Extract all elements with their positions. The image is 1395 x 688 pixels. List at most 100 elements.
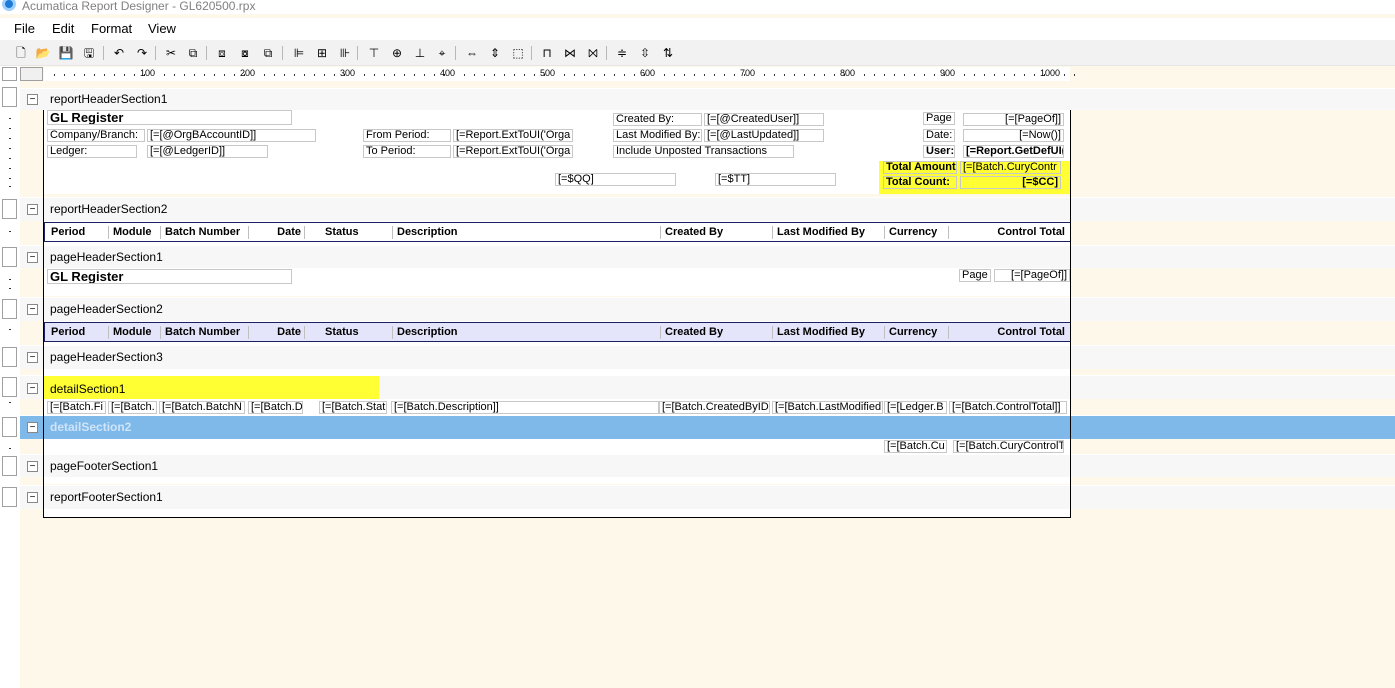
page-field[interactable]: [=[PageOf]] — [963, 113, 1064, 126]
send-back-icon[interactable]: ⧇ — [236, 44, 254, 62]
same-size-icon[interactable]: ⬚ — [509, 44, 527, 62]
include-unposted-label[interactable]: Include Unposted Transactions — [613, 145, 794, 158]
redo-icon[interactable]: ↷ — [133, 44, 151, 62]
user-field[interactable]: [=Report.GetDefUI( — [963, 145, 1064, 158]
collapse-icon[interactable]: − — [27, 492, 38, 503]
column-header-description[interactable]: Description — [393, 226, 661, 239]
align-middle-icon[interactable]: ⊕ — [388, 44, 406, 62]
column-header-currency[interactable]: Currency — [885, 226, 949, 239]
section-body-reportfootersection1[interactable] — [43, 509, 1071, 517]
detail-field-control-total[interactable]: [=[Batch.ControlTotal]] — [949, 401, 1067, 414]
open-icon[interactable]: 📂 — [34, 44, 52, 62]
section-selector-box[interactable] — [2, 199, 17, 219]
detail-field-created-by[interactable]: [=[Batch.CreatedByID — [659, 401, 770, 414]
collapse-icon[interactable]: − — [27, 252, 38, 263]
section-selector-box[interactable] — [2, 417, 17, 437]
page-header-page-label[interactable]: Page — [959, 269, 991, 282]
date-field[interactable]: [=Now()] — [963, 129, 1064, 142]
company-branch-field[interactable]: [=[@OrgBAccountID]] — [147, 129, 316, 142]
collapse-icon[interactable]: − — [27, 352, 38, 363]
v-spacing-equal-icon[interactable]: ≑ — [613, 44, 631, 62]
same-width-icon[interactable]: ⇔ — [463, 44, 481, 62]
section-selector-box[interactable] — [2, 247, 17, 267]
h-spacing-increase-icon[interactable]: ⋈ — [561, 44, 579, 62]
page-column-header-module[interactable]: Module — [109, 326, 161, 339]
collapse-icon[interactable]: − — [27, 94, 38, 105]
column-header-created-by[interactable]: Created By — [661, 226, 773, 239]
section-band-pageheadersection3[interactable]: − pageHeaderSection3 — [20, 345, 1395, 369]
detail-field-period[interactable]: [=[Batch.Fi — [47, 401, 106, 414]
page-title-field[interactable]: GL Register — [47, 269, 292, 284]
section-band-reportheadersection2[interactable]: − reportHeaderSection2 — [20, 197, 1395, 221]
date-label[interactable]: Date: — [923, 129, 955, 142]
section-selector-box[interactable] — [2, 87, 17, 107]
section-band-detailsection2[interactable]: − detailSection2 — [20, 415, 1395, 439]
section-band-detailsection1[interactable]: − detailSection1 — [20, 375, 1395, 400]
design-canvas[interactable]: − reportHeaderSection1 GL Register Compa… — [20, 82, 1395, 688]
copy-icon[interactable]: ⧉ — [184, 44, 202, 62]
created-by-field[interactable]: [=[@CreatedUser]] — [704, 113, 824, 126]
created-by-label[interactable]: Created By: — [613, 113, 702, 126]
company-branch-label[interactable]: Company/Branch: — [47, 129, 145, 142]
section-selector-box[interactable] — [2, 456, 17, 476]
section-body-pageheadersection1[interactable]: GL Register Page [=[PageOf]] — [43, 268, 1071, 296]
section-selector-box[interactable] — [2, 487, 17, 507]
from-period-field[interactable]: [=Report.ExtToUI('Orga — [453, 129, 573, 142]
page-label[interactable]: Page — [923, 112, 955, 125]
new-report-icon[interactable]: 🗋 — [12, 44, 30, 62]
to-period-label[interactable]: To Period: — [363, 145, 451, 158]
undo-icon[interactable]: ↶ — [110, 44, 128, 62]
page-column-header-description[interactable]: Description — [393, 326, 661, 339]
total-count-field[interactable]: [=$CC] — [960, 176, 1061, 189]
user-label[interactable]: User: — [923, 145, 955, 158]
page-header-page-field[interactable]: [=[PageOf]] — [994, 269, 1070, 282]
detail-field-last-modified[interactable]: [=[Batch.LastModified — [772, 401, 883, 414]
detail2-field-currency[interactable]: [=[Batch.Cu — [884, 440, 947, 453]
save-as-icon[interactable]: 🖫 — [80, 44, 98, 62]
column-header-last-modified-by[interactable]: Last Modified By — [773, 226, 885, 239]
column-header-module[interactable]: Module — [109, 226, 161, 239]
detail-field-currency[interactable]: [=[Ledger.B — [884, 401, 947, 414]
collapse-icon[interactable]: − — [27, 204, 38, 215]
menu-format[interactable]: Format — [91, 21, 132, 36]
section-band-reportfootersection1[interactable]: − reportFooterSection1 — [20, 485, 1395, 509]
column-header-date[interactable]: Date — [249, 226, 305, 239]
page-column-header-last-modified-by[interactable]: Last Modified By — [773, 326, 885, 339]
section-body-detailsection2[interactable]: [=[Batch.Cu [=[Batch.CuryControlT — [43, 439, 1071, 454]
cut-icon[interactable]: ✂ — [162, 44, 180, 62]
menu-edit[interactable]: Edit — [52, 21, 74, 36]
v-spacing-decrease-icon[interactable]: ⇅ — [659, 44, 677, 62]
detail-field-module[interactable]: [=[Batch. — [108, 401, 157, 414]
column-header-row[interactable]: Period Module Batch Number Date Status D… — [44, 222, 1071, 242]
page-column-header-row[interactable]: Period Module Batch Number Date Status D… — [44, 322, 1071, 342]
v-spacing-increase-icon[interactable]: ⇳ — [636, 44, 654, 62]
column-header-period[interactable]: Period — [47, 226, 109, 239]
tt-field[interactable]: [=$TT] — [715, 173, 836, 186]
bring-front-icon[interactable]: ⧈ — [213, 44, 231, 62]
qq-field[interactable]: [=$QQ] — [555, 173, 676, 186]
align-center-icon[interactable]: ⊞ — [313, 44, 331, 62]
h-spacing-equal-icon[interactable]: ⊓ — [538, 44, 556, 62]
section-body-reportheadersection1[interactable]: GL Register Company/Branch: [=[@OrgBAcco… — [43, 110, 1071, 194]
section-selector-box[interactable] — [2, 377, 17, 397]
section-band-reportheadersection1[interactable]: − reportHeaderSection1 — [20, 88, 1395, 110]
detail-field-date[interactable]: [=[Batch.D — [248, 401, 303, 414]
center-icon[interactable]: ⌖ — [433, 44, 451, 62]
ledger-label[interactable]: Ledger: — [47, 145, 137, 158]
section-band-pageheadersection1[interactable]: − pageHeaderSection1 — [20, 245, 1395, 268]
page-column-header-created-by[interactable]: Created By — [661, 326, 773, 339]
section-selector-box[interactable] — [2, 67, 17, 81]
align-bottom-icon[interactable]: ⊥ — [411, 44, 429, 62]
total-amount-label[interactable]: Total Amount: — [883, 161, 957, 174]
section-body-detailsection1[interactable]: [=[Batch.Fi [=[Batch. [=[Batch.BatchN [=… — [43, 399, 1071, 415]
total-count-label[interactable]: Total Count: — [883, 176, 957, 189]
page-column-header-control-total[interactable]: Control Total — [949, 326, 1069, 339]
report-title-field[interactable]: GL Register — [47, 110, 292, 125]
column-header-control-total[interactable]: Control Total — [949, 226, 1069, 239]
detail-field-status[interactable]: [=[Batch.Stat — [319, 401, 387, 414]
group-icon[interactable]: ⧉ — [259, 44, 277, 62]
collapse-icon[interactable]: − — [27, 304, 38, 315]
detail-field-batch-number[interactable]: [=[Batch.BatchN — [159, 401, 245, 414]
align-right-icon[interactable]: ⊪ — [336, 44, 354, 62]
collapse-icon[interactable]: − — [27, 461, 38, 472]
